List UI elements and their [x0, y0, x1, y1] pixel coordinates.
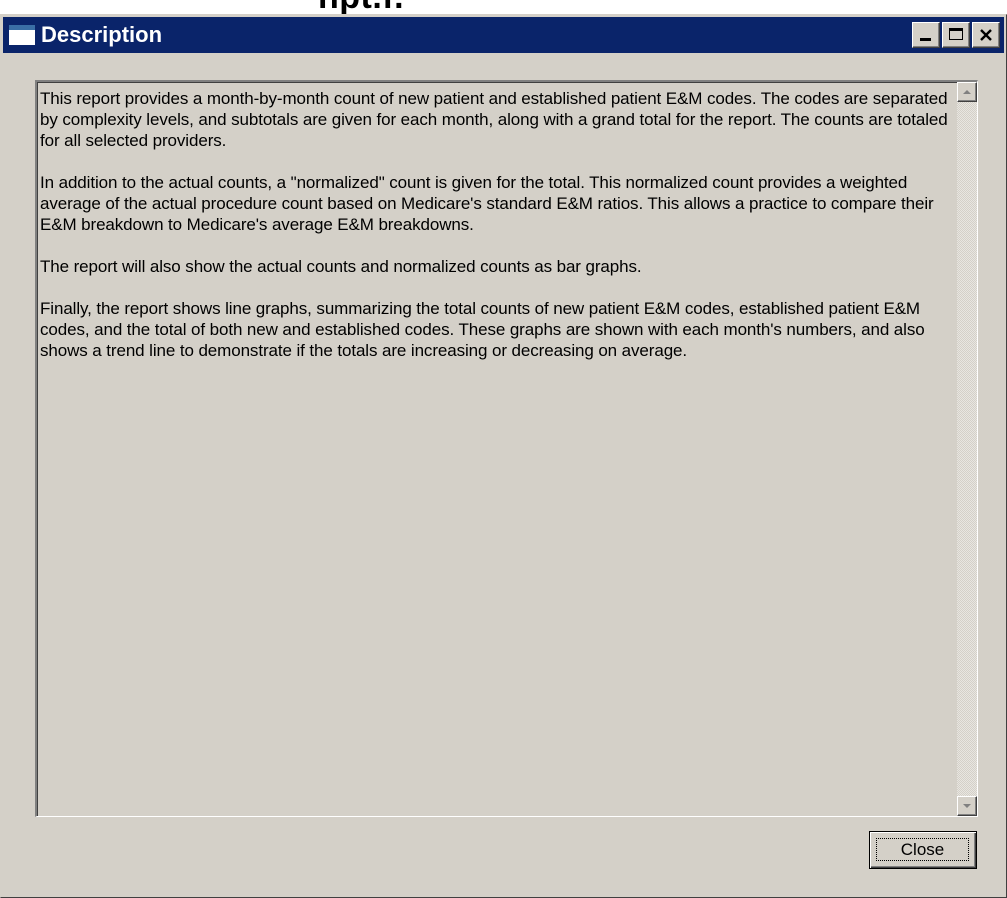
- description-text: This report provides a month-by-month co…: [40, 88, 952, 812]
- title-bar[interactable]: Description: [3, 17, 1004, 53]
- description-paragraph: This report provides a month-by-month co…: [40, 89, 948, 150]
- description-paragraph: The report will also show the actual cou…: [40, 257, 642, 276]
- close-button-focus: Close: [876, 838, 969, 861]
- close-button[interactable]: Close: [869, 831, 977, 869]
- scroll-down-arrow-icon: [963, 804, 971, 808]
- description-paragraph: Finally, the report shows line graphs, s…: [40, 299, 925, 360]
- maximize-button[interactable]: [942, 22, 970, 48]
- vertical-scrollbar[interactable]: [957, 82, 977, 816]
- window-app-icon: [9, 25, 35, 45]
- background-title-fragment: npt.f.: [0, 0, 1007, 14]
- minimize-icon: [920, 38, 931, 41]
- close-icon: [973, 23, 999, 47]
- description-paragraph: In addition to the actual counts, a "nor…: [40, 173, 934, 234]
- minimize-button[interactable]: [912, 22, 940, 48]
- title-close-button[interactable]: [972, 22, 1000, 48]
- scroll-up-button[interactable]: [957, 82, 977, 102]
- scroll-up-arrow-icon: [963, 90, 971, 94]
- description-textbox[interactable]: This report provides a month-by-month co…: [35, 80, 978, 817]
- close-button-label: Close: [900, 839, 945, 859]
- background-title-text: npt.f.: [318, 0, 404, 14]
- window-title: Description: [41, 22, 163, 47]
- maximize-icon: [949, 28, 963, 40]
- description-window: Description This report provides a month…: [0, 14, 1007, 898]
- scroll-down-button[interactable]: [957, 796, 977, 816]
